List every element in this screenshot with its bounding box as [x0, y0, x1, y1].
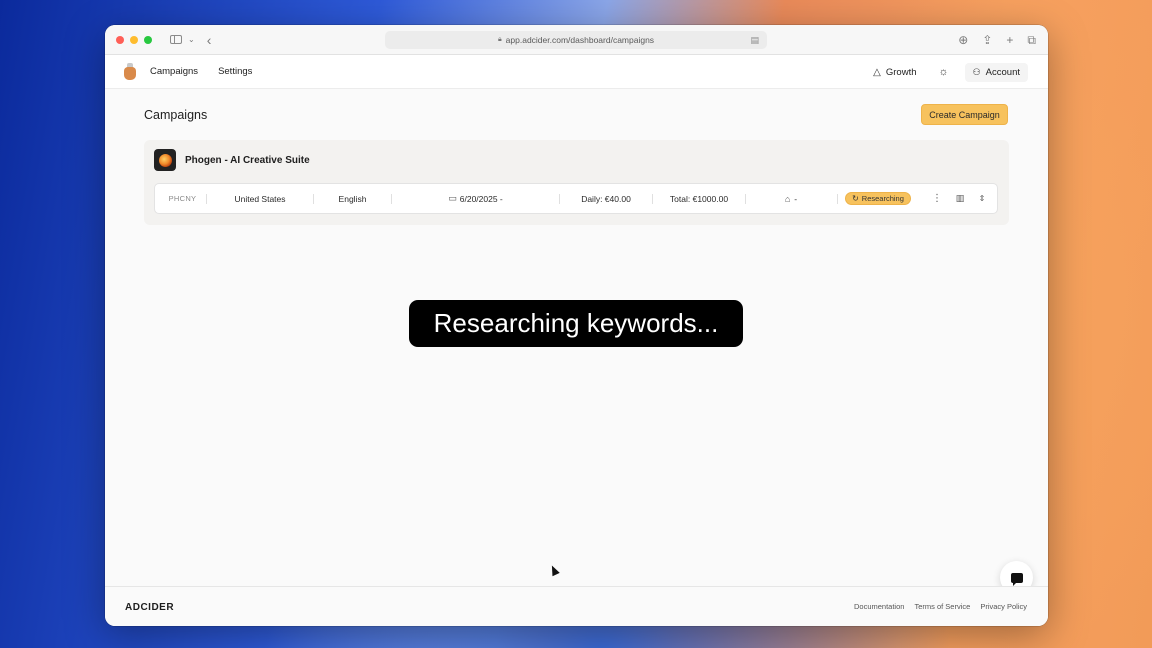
status-badge-cell: ↻ Researching	[838, 184, 918, 213]
expand-collapse-icon[interactable]: ⇕	[975, 184, 989, 213]
main-content: Campaigns Create Campaign Phogen - AI Cr…	[105, 89, 1048, 594]
more-options-icon[interactable]: ⋮	[931, 184, 943, 213]
back-arrow-icon[interactable]: ‹	[207, 32, 212, 48]
campaign-country: United States	[234, 193, 286, 204]
robot-icon: ⌂	[784, 193, 791, 204]
campaign-row[interactable]: PHCNY United States English ▭ 6/20/2025 …	[154, 183, 998, 214]
create-campaign-button[interactable]: Create Campaign	[921, 104, 1008, 125]
campaign-total-budget: Total: €1000.00	[669, 193, 729, 204]
overlay-caption: Researching keywords...	[409, 300, 743, 347]
campaign-language: English	[338, 193, 367, 204]
chat-bubble-icon	[1010, 572, 1023, 586]
url-text: app.adcider.com/dashboard/campaigns	[505, 35, 655, 45]
campaign-date: ▭ 6/20/2025 -	[392, 184, 559, 213]
chevron-down-icon[interactable]: ⌄	[188, 35, 195, 44]
growth-button[interactable]: △ Growth	[873, 67, 916, 78]
mouse-cursor-icon	[548, 563, 560, 577]
browser-toolbar: ⌄ ‹ 🔒︎ app.adcider.com/dashboard/campaig…	[105, 25, 1048, 55]
account-button[interactable]: ⚇ Account	[964, 62, 1028, 82]
nav-campaigns[interactable]: Campaigns	[150, 66, 198, 77]
page-footer: ADCIDER Documentation Terms of Service P…	[105, 586, 1048, 626]
campaign-code: PHCNY	[168, 194, 197, 203]
campaign-name: Phogen - AI Creative Suite	[185, 155, 310, 166]
reader-mode-icon[interactable]: ▤	[750, 35, 759, 46]
campaign-date-text: 6/20/2025 -	[459, 193, 503, 204]
campaign-bot-status: ⌂ -	[746, 184, 836, 213]
sidebar-toggle-icon[interactable]	[170, 35, 182, 44]
campaign-bot-value: -	[794, 193, 798, 204]
nav-settings[interactable]: Settings	[218, 66, 252, 77]
footer-link-terms[interactable]: Terms of Service	[914, 602, 970, 611]
window-controls	[116, 35, 152, 44]
growth-label: Growth	[885, 66, 917, 78]
bar-chart-icon[interactable]: ▥	[953, 184, 967, 213]
share-icon[interactable]: ⇪	[982, 33, 992, 47]
new-tab-icon[interactable]: +	[1006, 33, 1013, 47]
minimize-window-button[interactable]	[130, 35, 138, 44]
zoom-window-button[interactable]	[144, 35, 152, 44]
footer-logo[interactable]: ADCIDER	[125, 602, 174, 613]
browser-window: ⌄ ‹ 🔒︎ app.adcider.com/dashboard/campaig…	[105, 25, 1048, 626]
account-label: Account	[985, 66, 1020, 78]
lock-icon: 🔒︎	[497, 36, 502, 43]
tab-overview-icon[interactable]: ⧉	[1027, 33, 1036, 48]
theme-toggle-sun-icon[interactable]: ☼	[939, 66, 949, 78]
header-actions: △ Growth ☼ ⚇ Account	[873, 55, 1028, 89]
download-icon[interactable]: ⊕	[958, 33, 968, 47]
browser-actions: ⊕ ⇪ + ⧉	[958, 25, 1036, 55]
campaign-daily-budget: Daily: €40.00	[581, 193, 631, 204]
address-bar[interactable]: 🔒︎ app.adcider.com/dashboard/campaigns ▤	[385, 31, 767, 49]
campaign-logo-icon	[154, 149, 176, 171]
user-icon: ⚇	[972, 66, 981, 77]
footer-link-privacy[interactable]: Privacy Policy	[980, 602, 1027, 611]
page-title: Campaigns	[144, 108, 208, 122]
bell-icon: △	[873, 66, 881, 78]
app-header: Campaigns Settings △ Growth ☼ ⚇ Account	[105, 55, 1048, 89]
footer-link-documentation[interactable]: Documentation	[854, 602, 904, 611]
close-window-button[interactable]	[116, 35, 124, 44]
status-badge: ↻ Researching	[845, 192, 911, 205]
footer-links: Documentation Terms of Service Privacy P…	[854, 602, 1027, 611]
status-text: Researching	[861, 194, 904, 203]
calendar-icon: ▭	[448, 193, 457, 203]
adcider-logo-icon[interactable]	[124, 63, 136, 80]
campaign-card: Phogen - AI Creative Suite PHCNY United …	[144, 140, 1009, 225]
spinner-icon: ↻	[852, 194, 859, 203]
